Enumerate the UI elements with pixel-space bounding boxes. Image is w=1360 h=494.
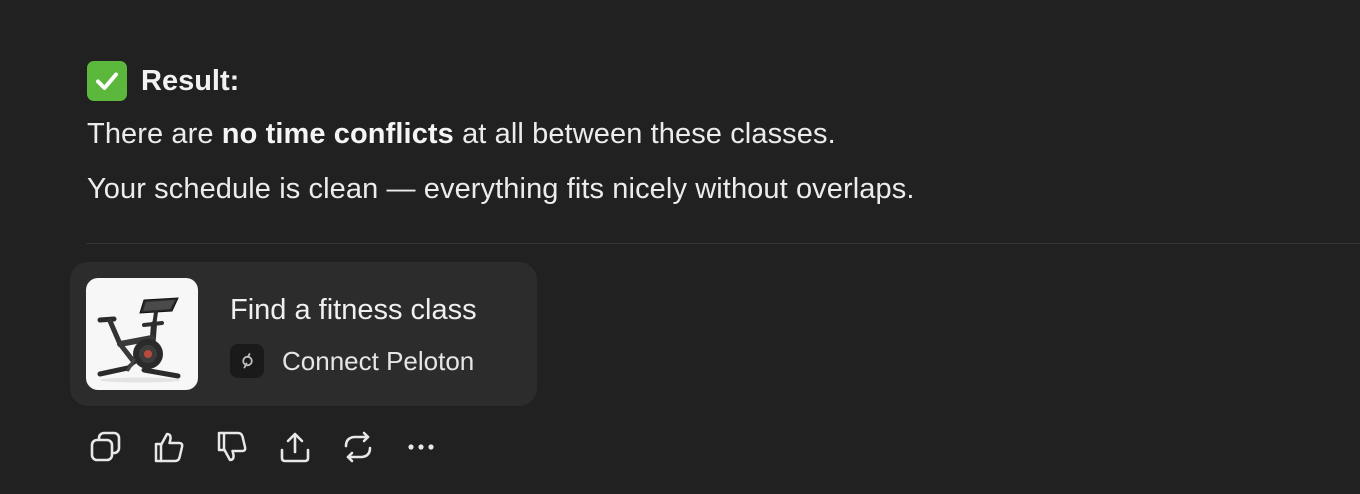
exercise-bike-image <box>86 278 198 390</box>
refresh-icon <box>344 431 372 463</box>
regenerate-button[interactable] <box>338 428 378 466</box>
connect-peloton-label: Connect Peloton <box>282 345 475 376</box>
thumbs-up-button[interactable] <box>149 428 189 466</box>
thumbs-down-button[interactable] <box>212 428 252 466</box>
chat-message-page: Result: There are no time conflicts at a… <box>0 0 1360 494</box>
copy-button[interactable] <box>86 428 126 466</box>
copy-icon <box>90 431 121 462</box>
result-paragraph-2: Your schedule is clean — everything fits… <box>87 173 915 205</box>
fitness-class-card[interactable]: Find a fitness class Connect Peloton <box>70 262 537 406</box>
result-heading: Result: <box>87 60 239 102</box>
thumbs-down-icon <box>217 431 247 462</box>
card-title: Find a fitness class <box>230 294 477 326</box>
paragraph-text: There are <box>87 118 222 150</box>
thumbs-up-icon <box>154 432 184 463</box>
result-label: Result: <box>141 64 240 97</box>
result-paragraph-1: There are no time conflicts at all betwe… <box>87 118 836 151</box>
paragraph-text: at all between these classes. <box>453 118 836 150</box>
check-mark-button-icon <box>87 61 127 101</box>
peloton-icon <box>230 344 264 378</box>
more-options-button[interactable] <box>401 428 441 466</box>
share-icon <box>280 432 310 463</box>
more-icon <box>408 444 434 450</box>
paragraph-bold-text: no time conflicts <box>221 118 454 150</box>
connect-peloton-link[interactable]: Connect Peloton <box>230 344 474 378</box>
message-actions <box>86 428 464 466</box>
divider <box>86 243 1360 244</box>
share-button[interactable] <box>275 428 315 466</box>
